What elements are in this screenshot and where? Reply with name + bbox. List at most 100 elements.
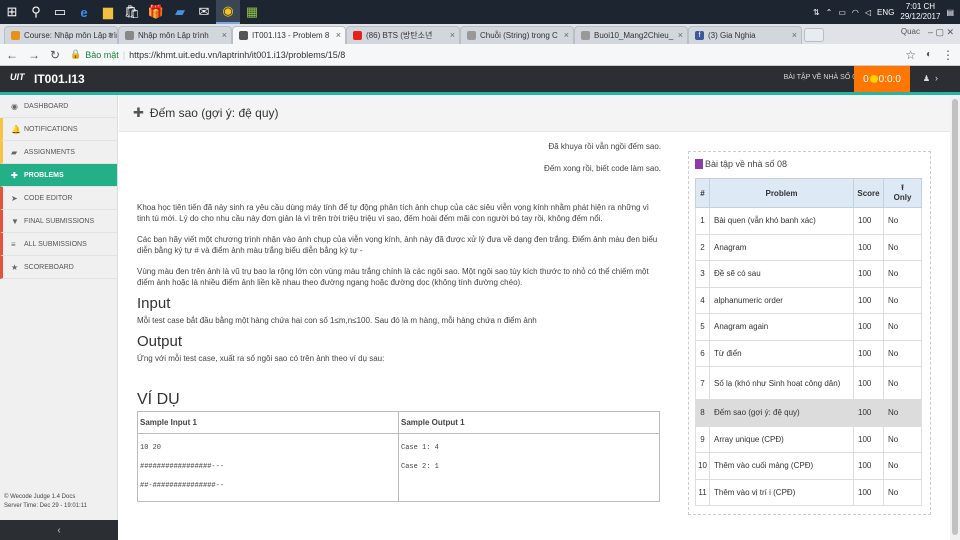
close-icon[interactable]: × (564, 30, 569, 40)
table-row[interactable]: 11 Thêm vào vị trí i (CPĐ) 100 No (695, 478, 922, 506)
profile-name[interactable]: Quac (901, 27, 920, 36)
window-controls[interactable]: – ▢ ✕ (928, 27, 954, 38)
new-tab-button[interactable] (804, 28, 824, 42)
forward-icon[interactable]: → (28, 48, 40, 62)
browser-tab[interactable]: Course: Nhập môn Lập trình × (4, 26, 118, 44)
table-row[interactable]: 1 Bài quen (vẫn khó banh xác) 100 No (695, 207, 922, 235)
bell-icon: 🔔 (11, 124, 21, 134)
cell-score: 100 (853, 425, 884, 453)
course-title[interactable]: IT001.I13 (34, 72, 85, 86)
flag-icon[interactable]: ▰ (168, 0, 192, 24)
close-icon[interactable]: × (222, 30, 227, 40)
action-center-icon[interactable]: ▤ (946, 8, 954, 17)
cell-problem-link[interactable]: alphanumeric order (709, 286, 854, 314)
table-row[interactable]: 4 alphanumeric order 100 No (695, 286, 922, 314)
sidebar-item-scoreboard[interactable]: ★ SCOREBOARD (0, 256, 117, 279)
sidebar-item-problems[interactable]: ✚ PROBLEMS (0, 164, 117, 187)
extension-icon[interactable]: ◐ (926, 49, 932, 60)
windows-start-icon[interactable]: ⊞ (0, 0, 24, 24)
table-row[interactable]: 3 Đề sẽ có sau 100 No (695, 260, 922, 288)
close-icon[interactable]: × (678, 30, 683, 40)
cell-problem-link[interactable]: Từ điển (709, 339, 854, 367)
folder-icon: ▰ (11, 147, 18, 157)
sample-output-cell[interactable]: Case 1: 4 Case 2: 1 (398, 433, 660, 502)
sidebar-item-label: DASHBOARD (24, 102, 69, 110)
sample-output-header: Sample Output 1 (398, 411, 660, 434)
edge-icon[interactable]: e (72, 0, 96, 24)
col-header-upload-only-label: Only (893, 193, 912, 202)
network-icon[interactable]: ⇅ (813, 8, 820, 17)
timer-left: 0 (863, 73, 869, 85)
cell-problem-link[interactable]: Đề sẽ có sau (709, 260, 854, 288)
sidebar-item-label: PROBLEMS (24, 171, 64, 179)
cell-problem-link[interactable]: Anagram (709, 233, 854, 261)
omnibox[interactable]: 🔒 Bảo mật | https://khmt.uit.edu.vn/lapt… (70, 49, 895, 60)
sidebar-item-final-submissions[interactable]: ▼ FINAL SUBMISSIONS (0, 210, 117, 233)
judge-version[interactable]: © Wecode Judge 1.4 Docs (4, 493, 87, 502)
sidebar-item-all-submissions[interactable]: ≡ ALL SUBMISSIONS (0, 233, 117, 256)
sidebar-item-label: NOTIFICATIONS (24, 125, 78, 133)
address-bar: ← → ↻ 🔒 Bảo mật | https://khmt.uit.edu.v… (0, 44, 960, 66)
windows-taskbar: ⊞ ⚲ ▭ e ▆ 🛍 🎁 ▰ ✉ ◉ ▦ ⇅ ⌃ ▭ ◠ ◁ ENG 7:01… (0, 0, 960, 24)
cell-num: 4 (695, 286, 710, 314)
sidebar-item-assignments[interactable]: ▰ ASSIGNMENTS (0, 141, 117, 164)
tab-label: Buoi10_Mang2Chieu_ (594, 31, 674, 40)
volume-icon[interactable]: ◁ (865, 8, 871, 17)
cell-num: 3 (695, 260, 710, 288)
browser-tab[interactable]: (86) BTS (방탄소년 × (346, 26, 460, 44)
clock[interactable]: 7:01 CH 29/12/2017 (900, 2, 940, 22)
browser-tab-active[interactable]: IT001.I13 - Problem 8 × (232, 26, 346, 44)
collapse-sidebar-button[interactable]: ‹ (0, 520, 118, 540)
file-explorer-icon[interactable]: ▆ (96, 0, 120, 24)
bookmark-star-icon[interactable]: ☆ (905, 48, 916, 62)
table-row[interactable]: 2 Anagram 100 No (695, 233, 922, 261)
menu-icon[interactable]: ⋮ (942, 48, 954, 62)
table-row[interactable]: 6 Từ điển 100 No (695, 339, 922, 367)
user-icon[interactable]: ♟ (923, 74, 930, 83)
sidebar-item-code-editor[interactable]: ➤ CODE EDITOR (0, 187, 117, 210)
browser-tab[interactable]: f (3) Gia Nghia × (688, 26, 802, 44)
sidebar-item-dashboard[interactable]: ◉ DASHBOARD (0, 95, 117, 118)
search-icon[interactable]: ⚲ (24, 0, 48, 24)
cell-problem-link[interactable]: Số lạ (khó như Sinh hoạt công dân) (709, 366, 854, 400)
app-tiles-icon[interactable]: ▦ (240, 0, 264, 24)
scrollbar-thumb[interactable] (952, 99, 958, 535)
battery-icon[interactable]: ▭ (838, 8, 846, 17)
language-indicator[interactable]: ENG (877, 8, 894, 17)
close-icon[interactable]: × (108, 30, 113, 40)
sample-input-cell[interactable]: 10 20 #################--- ##-##########… (137, 433, 399, 502)
gift-icon[interactable]: 🎁 (144, 0, 168, 24)
uit-logo[interactable]: UIT (10, 72, 30, 86)
tray-chevron-icon[interactable]: ⌃ (826, 8, 833, 17)
cell-problem-link[interactable]: Anagram again (709, 313, 854, 341)
cell-problem-link[interactable]: Array unique (CPĐ) (709, 425, 854, 453)
browser-tab[interactable]: Chuỗi (String) trong C × (460, 26, 574, 44)
sidebar-item-notifications[interactable]: 🔔 NOTIFICATIONS (0, 118, 117, 141)
browser-tab[interactable]: Nhập môn Lập trình × (118, 26, 232, 44)
table-row[interactable]: 7 Số lạ (khó như Sinh hoạt công dân) 100 No (695, 366, 922, 400)
mail-icon[interactable]: ✉ (192, 0, 216, 24)
cell-problem-link[interactable]: Đếm sao (gợi ý: đệ quy) (709, 399, 854, 427)
current-assignment[interactable]: BÀI TẬP VỀ NHÀ SỐ 07 (784, 74, 860, 81)
cell-problem-link[interactable]: Thêm vào cuối mảng (CPĐ) (709, 452, 854, 480)
task-view-icon[interactable]: ▭ (48, 0, 72, 24)
chevron-right-icon[interactable]: › (935, 73, 938, 83)
cell-problem-link[interactable]: Thêm vào vị trí i (CPĐ) (709, 478, 854, 506)
table-row[interactable]: 10 Thêm vào cuối mảng (CPĐ) 100 No (695, 452, 922, 480)
homework-title[interactable]: Bài tập về nhà số 08 (705, 159, 787, 169)
close-icon[interactable]: × (336, 30, 341, 40)
table-row[interactable]: 9 Array unique (CPĐ) 100 No (695, 425, 922, 453)
store-icon[interactable]: 🛍 (120, 0, 144, 24)
table-row[interactable]: 8 Đếm sao (gợi ý: đệ quy) 100 No (695, 399, 922, 427)
back-icon[interactable]: ← (6, 48, 18, 62)
close-icon[interactable]: × (792, 30, 797, 40)
tab-label: (3) Gia Nghia (708, 31, 756, 40)
wifi-icon[interactable]: ◠ (852, 8, 859, 17)
chrome-icon[interactable]: ◉ (216, 0, 240, 24)
cell-num: 11 (695, 478, 710, 506)
reload-icon[interactable]: ↻ (50, 48, 60, 62)
cell-problem-link[interactable]: Bài quen (vẫn khó banh xác) (709, 207, 854, 235)
table-row[interactable]: 5 Anagram again 100 No (695, 313, 922, 341)
browser-tab[interactable]: Buoi10_Mang2Chieu_ × (574, 26, 688, 44)
close-icon[interactable]: × (450, 30, 455, 40)
